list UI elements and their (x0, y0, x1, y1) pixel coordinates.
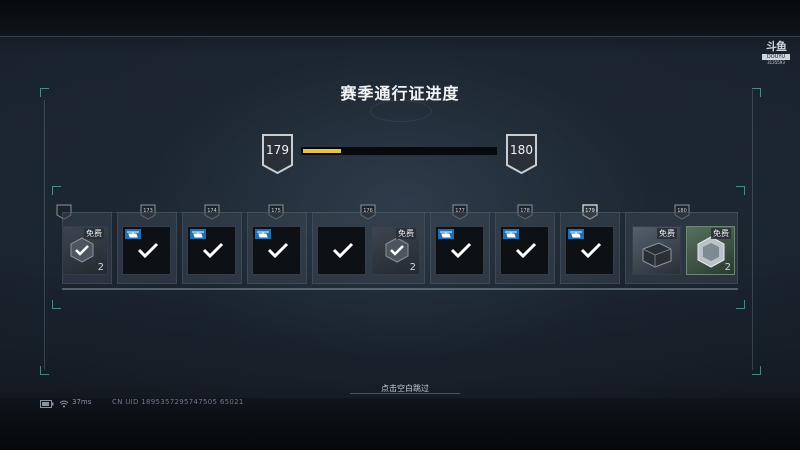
frame-line-right (752, 90, 753, 370)
checkmark-icon (450, 242, 472, 259)
page-title: 赛季通行证进度 (340, 84, 460, 103)
checkmark-icon (580, 242, 602, 259)
reward-tile[interactable] (252, 226, 301, 275)
user-uid: CN UID 1895357295747505 65021 (112, 398, 244, 406)
free-badge: 免费 (711, 228, 731, 239)
checkmark-icon (332, 242, 354, 259)
logo-room-id: 3135593 (767, 60, 785, 65)
top-bar (0, 0, 800, 36)
reward-quantity: 2 (724, 262, 731, 273)
reward-quantity: 2 (97, 262, 104, 273)
hex-token-icon (697, 236, 725, 268)
current-level-number: 179 (266, 143, 289, 157)
frame-line-top (0, 36, 800, 37)
free-badge: 免费 (84, 228, 104, 239)
skip-hint-underline (350, 393, 460, 394)
checkmark-icon (202, 242, 224, 259)
reward-tile[interactable] (435, 226, 484, 275)
stream-logo: 斗鱼 DOUYU 3135593 (762, 38, 790, 66)
frame-corner (52, 186, 61, 195)
battery-icon (40, 400, 54, 408)
current-level-shield: 179 (261, 133, 294, 175)
checkmark-icon (385, 237, 409, 263)
frame-corner (752, 366, 761, 375)
free-badge: 免费 (657, 228, 677, 239)
logo-text: 斗鱼 (766, 40, 787, 53)
reward-quantity: 2 (409, 262, 416, 273)
reward-tile[interactable] (317, 226, 366, 275)
reward-tile[interactable]: 免费 (632, 226, 681, 275)
track-bottom-line (62, 288, 738, 290)
frame-corner (736, 300, 745, 309)
frame-corner (40, 366, 49, 375)
checkmark-icon (70, 237, 94, 263)
level-progress-fill (303, 149, 341, 153)
reward-tile[interactable] (500, 226, 549, 275)
ping-readout: 37ms (72, 398, 92, 406)
wifi-icon (59, 400, 69, 408)
next-level-number: 180 (510, 143, 533, 157)
reward-tile[interactable] (122, 226, 171, 275)
reward-tile[interactable]: 免费 2 (371, 226, 420, 275)
reward-tile[interactable]: 免费 2 (62, 226, 108, 275)
next-level-shield: 180 (505, 133, 538, 175)
equipment-icon (642, 242, 672, 268)
level-progress-bar (300, 146, 498, 156)
reward-tile[interactable]: 免费 2 (686, 226, 735, 275)
free-badge: 免费 (396, 228, 416, 239)
frame-corner (52, 300, 61, 309)
checkmark-icon (515, 242, 537, 259)
checkmark-icon (137, 242, 159, 259)
frame-line-left (44, 100, 45, 370)
checkmark-icon (267, 242, 289, 259)
frame-corner (736, 186, 745, 195)
reward-tile[interactable] (187, 226, 236, 275)
reward-tile[interactable] (565, 226, 614, 275)
